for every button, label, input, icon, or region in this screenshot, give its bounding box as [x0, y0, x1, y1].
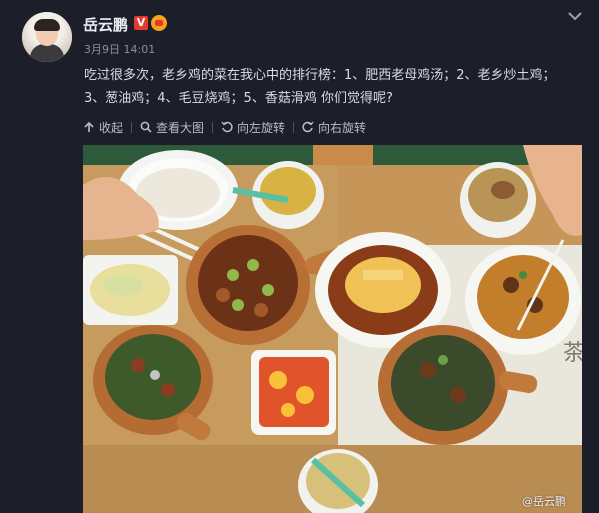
action-divider [293, 121, 295, 133]
action-divider [212, 121, 214, 133]
food-photo: 茶 [83, 145, 582, 513]
photo-watermark: @岳云鹏 [522, 493, 566, 509]
post-timestamp[interactable]: 3月9日 14:01 [84, 41, 155, 57]
action-divider [131, 121, 133, 133]
collapse-button[interactable]: 收起 [83, 119, 123, 136]
user-avatar[interactable] [22, 12, 72, 62]
rotate-left-button[interactable]: 向左旋转 [221, 119, 285, 136]
collapse-arrow-icon [84, 121, 94, 132]
svg-text:茶: 茶 [563, 341, 582, 366]
rotate-right-button[interactable]: 向右旋转 [302, 119, 366, 136]
username[interactable]: 岳云鹏 [83, 14, 128, 35]
rotate-right-icon [302, 121, 314, 133]
view-large-button[interactable]: 查看大图 [140, 119, 204, 136]
image-action-bar: 收起 查看大图 向左旋转 向右旋转 [83, 117, 366, 137]
post-photo[interactable]: 茶 @岳云鹏 [83, 145, 582, 513]
collapse-label: 收起 [99, 120, 124, 135]
photo-watermark-text: @岳云鹏 [522, 495, 566, 508]
chevron-down-icon[interactable] [567, 10, 583, 22]
verified-badge-icon: V [134, 16, 148, 30]
rotate-left-label: 向左旋转 [237, 120, 286, 135]
magnifier-icon [140, 121, 152, 133]
rotate-right-label: 向右旋转 [318, 120, 367, 135]
vip-badge-icon [151, 15, 167, 31]
post-text: 吃过很多次，老乡鸡的菜在我心中的排行榜：1、肥西老母鸡汤；2、老乡炒土鸡；3、葱… [84, 68, 556, 106]
weibo-post-card: 岳云鹏 V 3月9日 14:01 吃过很多次，老乡鸡的菜在我心中的排行榜：1、肥… [0, 0, 599, 513]
rotate-left-icon [221, 121, 233, 133]
view-large-label: 查看大图 [156, 120, 205, 135]
